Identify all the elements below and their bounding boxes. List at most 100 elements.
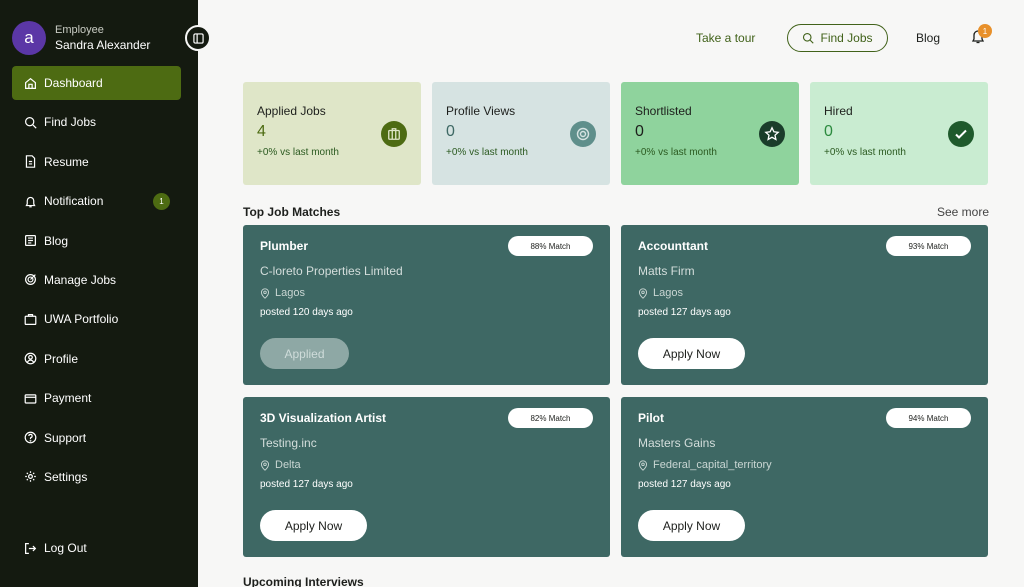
sidebar-item-notification[interactable]: Notification 1 bbox=[12, 184, 181, 218]
sidebar-item-label: Notification bbox=[44, 194, 104, 209]
sidebar-item-uwa-portfolio[interactable]: UWA Portfolio bbox=[12, 302, 181, 336]
sidebar-nav: Dashboard Find Jobs Resume Notification … bbox=[12, 66, 181, 499]
sidebar-item-find-jobs[interactable]: Find Jobs bbox=[12, 105, 181, 139]
sidebar-item-label: UWA Portfolio bbox=[44, 312, 119, 327]
job-location: Federal_capital_territory bbox=[638, 459, 971, 471]
apply-now-button[interactable]: Apply Now bbox=[260, 510, 367, 541]
apply-now-button[interactable]: Apply Now bbox=[638, 510, 745, 541]
sidebar-item-blog[interactable]: Blog bbox=[12, 224, 181, 258]
stat-card-profile-views[interactable]: Profile Views 0 +0% vs last month bbox=[432, 82, 610, 185]
sidebar-item-profile[interactable]: Profile bbox=[12, 342, 181, 376]
sidebar-item-label: Settings bbox=[44, 469, 88, 484]
job-card[interactable]: Accounttant 93% Match Matts Firm Lagos p… bbox=[621, 225, 988, 385]
sidebar-item-label: Manage Jobs bbox=[44, 272, 117, 287]
job-company: Matts Firm bbox=[638, 264, 695, 278]
job-location: Lagos bbox=[638, 287, 971, 299]
blog-link[interactable]: Blog bbox=[916, 31, 940, 45]
wallet-icon bbox=[23, 391, 37, 405]
job-posted: posted 120 days ago bbox=[260, 307, 353, 318]
check-icon bbox=[948, 121, 974, 147]
upcoming-interviews-heading: Upcoming Interviews bbox=[243, 575, 364, 587]
match-badge: 93% Match bbox=[886, 236, 971, 256]
match-badge: 82% Match bbox=[508, 408, 593, 428]
stat-title: Profile Views bbox=[446, 104, 516, 118]
help-icon bbox=[23, 431, 37, 445]
sidebar-item-settings[interactable]: Settings bbox=[12, 460, 181, 494]
job-location: Delta bbox=[260, 459, 593, 471]
stat-card-shortlisted[interactable]: Shortlisted 0 +0% vs last month bbox=[621, 82, 799, 185]
eye-icon bbox=[570, 121, 596, 147]
job-location-text: Lagos bbox=[653, 287, 683, 299]
gear-icon bbox=[23, 470, 37, 484]
logout-label: Log Out bbox=[44, 541, 87, 555]
sidebar-item-label: Support bbox=[44, 430, 87, 445]
job-company: Masters Gains bbox=[638, 436, 716, 450]
job-location: Lagos bbox=[260, 287, 593, 299]
stat-title: Shortlisted bbox=[635, 104, 692, 118]
bell-icon bbox=[23, 194, 37, 208]
avatar[interactable]: a bbox=[12, 21, 46, 55]
top-job-matches-heading: Top Job Matches bbox=[243, 205, 341, 219]
sidebar-toggle-icon bbox=[192, 32, 204, 44]
job-company: Testing.inc bbox=[260, 436, 317, 450]
apply-now-button[interactable]: Apply Now bbox=[638, 338, 745, 369]
job-location-text: Lagos bbox=[275, 287, 305, 299]
job-card[interactable]: Pilot 94% Match Masters Gains Federal_ca… bbox=[621, 397, 988, 557]
logout-wrap: Log Out bbox=[12, 531, 181, 570]
job-posted: posted 127 days ago bbox=[638, 479, 731, 490]
job-company: C-loreto Properties Limited bbox=[260, 264, 403, 278]
blog-icon bbox=[23, 234, 37, 248]
stat-change: +0% vs last month bbox=[257, 147, 339, 158]
briefcase-icon bbox=[381, 121, 407, 147]
sidebar-item-label: Find Jobs bbox=[44, 115, 97, 130]
search-icon bbox=[802, 32, 815, 44]
sidebar-item-support[interactable]: Support bbox=[12, 421, 181, 455]
find-jobs-label: Find Jobs bbox=[820, 31, 873, 45]
sidebar: a Employee Sandra Alexander Dashboard Fi… bbox=[0, 0, 198, 587]
location-pin-icon bbox=[260, 287, 270, 299]
search-icon bbox=[23, 115, 37, 129]
sidebar-item-dashboard[interactable]: Dashboard bbox=[12, 66, 181, 100]
target-icon bbox=[23, 273, 37, 287]
sidebar-item-label: Dashboard bbox=[44, 76, 103, 90]
find-jobs-button[interactable]: Find Jobs bbox=[787, 24, 888, 52]
sidebar-collapse-button[interactable] bbox=[185, 25, 211, 51]
stat-title: Hired bbox=[824, 104, 853, 118]
stat-card-applied-jobs[interactable]: Applied Jobs 4 +0% vs last month bbox=[243, 82, 421, 185]
sidebar-item-payment[interactable]: Payment bbox=[12, 381, 181, 415]
stat-change: +0% vs last month bbox=[635, 147, 717, 158]
user-name: Sandra Alexander bbox=[55, 38, 151, 52]
portfolio-icon bbox=[23, 312, 37, 326]
star-icon bbox=[759, 121, 785, 147]
home-icon bbox=[23, 76, 37, 90]
match-badge: 88% Match bbox=[508, 236, 593, 256]
match-badge: 94% Match bbox=[886, 408, 971, 428]
job-location-text: Delta bbox=[275, 459, 301, 471]
sidebar-item-label: Payment bbox=[44, 391, 92, 406]
document-icon bbox=[23, 155, 37, 169]
job-card[interactable]: 3D Visualization Artist 82% Match Testin… bbox=[243, 397, 610, 557]
job-posted: posted 127 days ago bbox=[638, 307, 731, 318]
user-role: Employee bbox=[55, 24, 104, 36]
sidebar-item-manage-jobs[interactable]: Manage Jobs bbox=[12, 263, 181, 297]
sidebar-item-label: Resume bbox=[44, 154, 89, 169]
notification-badge: 1 bbox=[153, 193, 170, 211]
sidebar-item-label: Blog bbox=[44, 233, 69, 248]
location-pin-icon bbox=[638, 287, 648, 299]
see-more-link[interactable]: See more bbox=[937, 205, 989, 219]
sidebar-item-resume[interactable]: Resume bbox=[12, 145, 181, 179]
location-pin-icon bbox=[638, 459, 648, 471]
take-tour-link[interactable]: Take a tour bbox=[696, 31, 755, 45]
job-card[interactable]: Plumber 88% Match C-loreto Properties Li… bbox=[243, 225, 610, 385]
user-profile[interactable]: a Employee Sandra Alexander bbox=[12, 21, 150, 55]
logout-icon bbox=[23, 541, 37, 555]
sidebar-item-label: Profile bbox=[44, 351, 79, 366]
job-posted: posted 127 days ago bbox=[260, 479, 353, 490]
logout-button[interactable]: Log Out bbox=[12, 531, 181, 565]
stat-title: Applied Jobs bbox=[257, 104, 326, 118]
stat-card-hired[interactable]: Hired 0 +0% vs last month bbox=[810, 82, 988, 185]
stat-change: +0% vs last month bbox=[824, 147, 906, 158]
location-pin-icon bbox=[260, 459, 270, 471]
applied-button[interactable]: Applied bbox=[260, 338, 349, 369]
job-location-text: Federal_capital_territory bbox=[653, 459, 772, 471]
